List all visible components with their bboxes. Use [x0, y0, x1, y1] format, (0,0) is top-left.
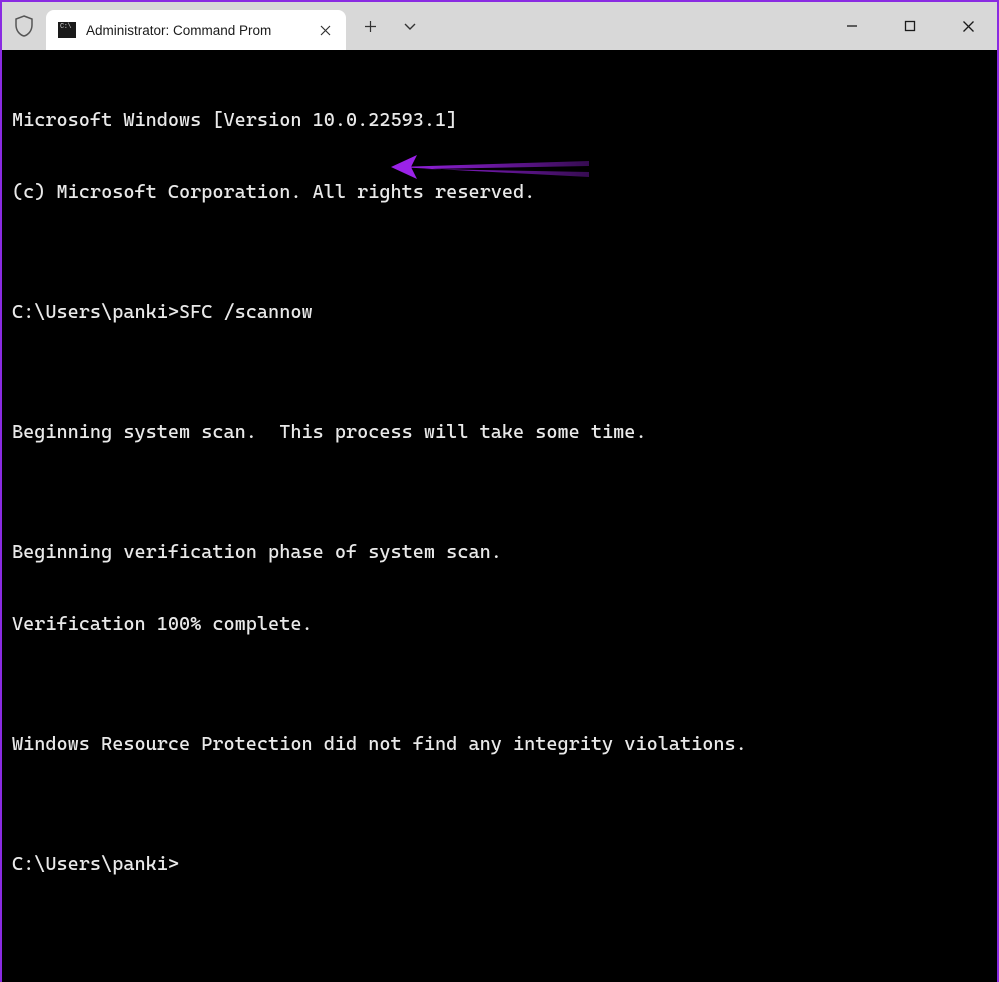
tab-active[interactable]: C:\ Administrator: Command Prom	[46, 10, 346, 50]
maximize-button[interactable]	[881, 2, 939, 50]
app-window: C:\ Administrator: Command Prom	[2, 2, 997, 643]
new-tab-button[interactable]	[350, 2, 390, 50]
close-button[interactable]	[939, 2, 997, 50]
terminal-line: C:\Users\panki>	[12, 852, 987, 876]
tabstrip-controls	[350, 2, 430, 50]
tab-dropdown-button[interactable]	[390, 2, 430, 50]
terminal-line: (c) Microsoft Corporation. All rights re…	[12, 180, 987, 204]
terminal-line: Verification 100% complete.	[12, 612, 987, 636]
tab-close-button[interactable]	[314, 19, 336, 41]
titlebar[interactable]: C:\ Administrator: Command Prom	[2, 2, 997, 50]
tab-title: Administrator: Command Prom	[86, 23, 304, 38]
terminal-output[interactable]: Microsoft Windows [Version 10.0.22593.1]…	[2, 50, 997, 982]
terminal-line: Microsoft Windows [Version 10.0.22593.1]	[12, 108, 987, 132]
terminal-line: Windows Resource Protection did not find…	[12, 732, 987, 756]
shield-icon	[2, 2, 46, 50]
cmd-icon: C:\	[58, 22, 76, 38]
terminal-line: Beginning system scan. This process will…	[12, 420, 987, 444]
terminal-line: Beginning verification phase of system s…	[12, 540, 987, 564]
window-controls	[823, 2, 997, 50]
minimize-button[interactable]	[823, 2, 881, 50]
terminal-line: C:\Users\panki>SFC /scannow	[12, 300, 987, 324]
